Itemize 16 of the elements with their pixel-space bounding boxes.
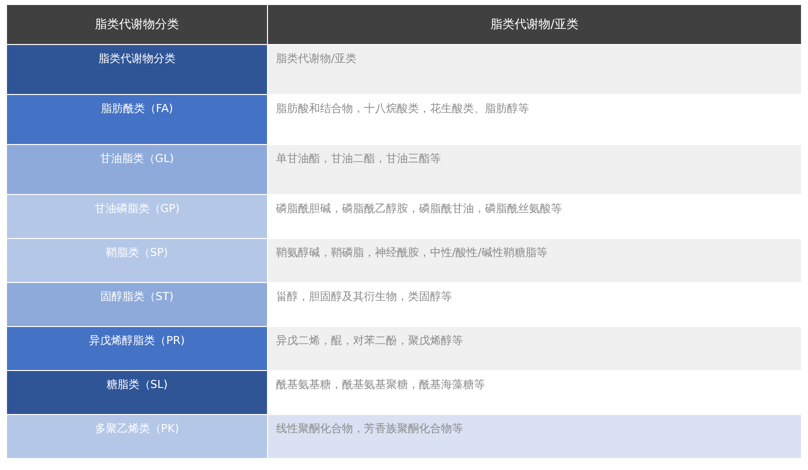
category-cell: 异戊烯醇脂类（PR) [7, 327, 267, 370]
category-cell: 鞘脂类（SP) [7, 239, 267, 282]
category-cell: 甘油脂类（GL) [7, 145, 267, 194]
table-cell: 脂类代谢物/亚类 [268, 45, 801, 94]
category-cell: 脂肪酰类（FA) [7, 95, 267, 144]
category-cell: 脂类代谢物分类 [7, 45, 267, 94]
table-cell: 线性聚酮化合物，芳香族聚酮化合物等 [268, 415, 801, 458]
category-cell: 甘油磷脂类（GP) [7, 195, 267, 238]
category-cell: 固醇脂类（ST) [7, 283, 267, 326]
table-cell: 异戊二烯，醌，对苯二酚，聚戊烯醇等 [268, 327, 801, 370]
category-cell: 糖脂类（SL) [7, 371, 267, 414]
table-cell: 单甘油酯，甘油二酯，甘油三酯等 [268, 145, 801, 194]
table-cell: 鞘氨醇碱，鞘磷脂，神经酰胺，中性/酸性/碱性鞘糖脂等 [268, 239, 801, 282]
column-header: 脂类代谢物分类 [7, 5, 267, 44]
category-cell: 多聚乙烯类（PK) [7, 415, 267, 458]
column-header: 脂类代谢物/亚类 [268, 5, 801, 44]
